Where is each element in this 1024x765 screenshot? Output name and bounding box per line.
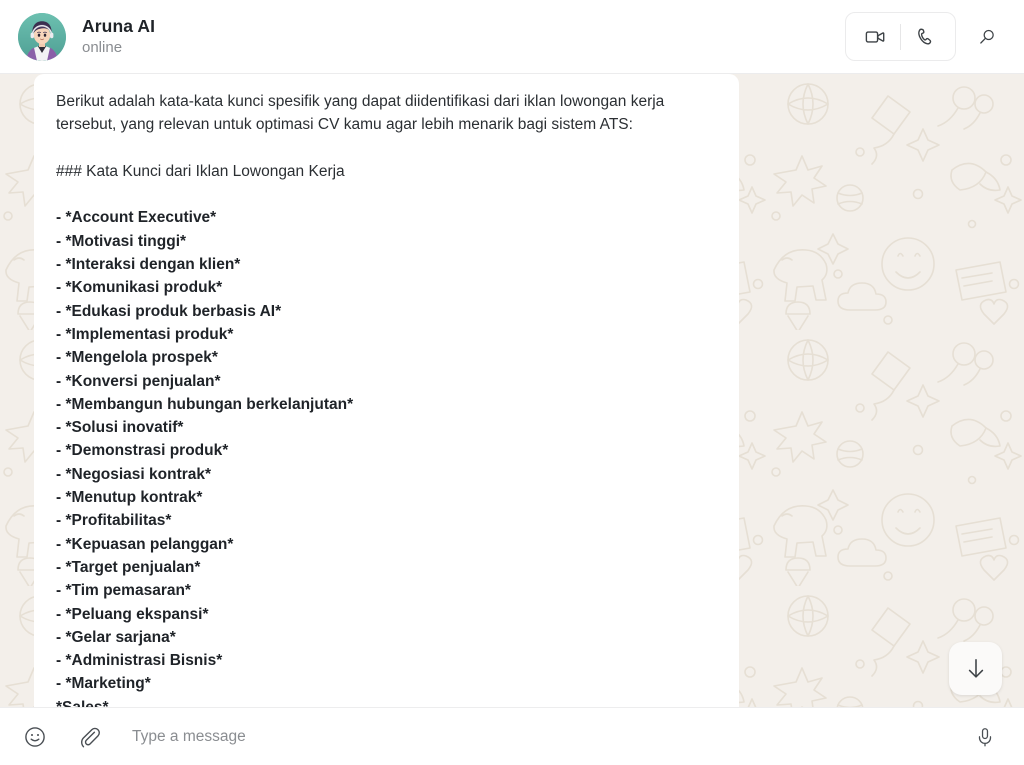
keyword-list-item: - *Target penjualan* — [56, 558, 201, 576]
voice-record-button[interactable] — [968, 720, 1002, 754]
voice-call-button[interactable] — [901, 13, 951, 60]
message-input[interactable] — [132, 727, 968, 746]
emoji-button[interactable] — [18, 720, 52, 754]
keyword-list-item: - *Peluang ekspansi* — [56, 605, 209, 623]
keyword-list-item: - *Implementasi produk* — [56, 325, 234, 343]
message-bubble-incoming: Berikut adalah kata-kata kunci spesifik … — [34, 74, 739, 707]
keyword-list-item: - *Mengelola prospek* — [56, 349, 218, 367]
call-buttons-group — [845, 12, 956, 61]
keyword-list-item: - *Interaksi dengan klien* — [56, 256, 241, 274]
search-icon — [980, 29, 994, 44]
keyword-list-item: - *Gelar sarjana* — [56, 628, 176, 646]
keyword-list-item: - *Komunikasi produk* — [56, 279, 223, 297]
keyword-list-item: *Sales* — [56, 696, 719, 707]
contact-status: online — [82, 38, 123, 56]
keyword-list-item: - *Membangun hubungan berkelanjutan* — [56, 395, 354, 413]
keyword-list-item: - *Demonstrasi produk* — [56, 442, 229, 460]
keyword-list-item: - *Motivasi tinggi* — [56, 232, 187, 250]
header-actions — [845, 12, 1010, 61]
keyword-list-item: - *Negosiasi kontrak* — [56, 465, 212, 483]
video-call-button[interactable] — [850, 13, 900, 60]
keyword-list-item: - *Profitabilitas* — [56, 512, 172, 530]
message-input-bar — [0, 707, 1024, 765]
scroll-to-bottom-button[interactable] — [949, 642, 1002, 695]
keyword-list-item: - *Kepuasan pelanggan* — [56, 535, 234, 553]
keyword-list-item: - *Marketing* — [56, 675, 151, 693]
microphone-icon — [978, 727, 992, 746]
chat-message-area[interactable]: Berikut adalah kata-kata kunci spesifik … — [0, 74, 1024, 707]
keyword-list-item: - *Tim pemasaran* — [56, 582, 191, 600]
keyword-list-item: - *Account Executive* — [56, 209, 217, 227]
header-contact-info: Aruna AI online — [82, 16, 845, 58]
message-heading: ### Kata Kunci dari Iklan Lowongan Kerja — [56, 162, 345, 180]
phone-icon — [918, 28, 932, 45]
keyword-list-item: - *Edukasi produk berbasis AI* — [56, 302, 282, 320]
message-paragraph: Berikut adalah kata-kata kunci spesifik … — [56, 93, 665, 134]
whatsapp-chat-window: Aruna AI online Berikut adalah kata-kata… — [0, 0, 1024, 765]
keyword-list-item: - *Solusi inovatif* — [56, 419, 184, 437]
smiley-icon — [25, 726, 45, 747]
keyword-list-item: - *Administrasi Bisnis* — [56, 652, 223, 670]
avatar-image — [18, 12, 66, 61]
message-list: Berikut adalah kata-kata kunci spesifik … — [0, 74, 1024, 707]
attach-button[interactable] — [72, 720, 106, 754]
arrow-down-icon — [968, 658, 983, 678]
video-camera-icon — [865, 30, 885, 43]
keyword-list-item: - *Konversi penjualan* — [56, 372, 221, 390]
search-button[interactable] — [964, 14, 1010, 60]
avatar[interactable] — [18, 12, 66, 61]
contact-name: Aruna AI — [82, 15, 156, 36]
chat-header: Aruna AI online — [0, 0, 1024, 74]
message-keyword-list: - *Account Executive* - *Motivasi tinggi*… — [56, 206, 719, 707]
paperclip-icon — [81, 727, 100, 747]
keyword-list-item: - *Menutup kontrak* — [56, 489, 203, 507]
